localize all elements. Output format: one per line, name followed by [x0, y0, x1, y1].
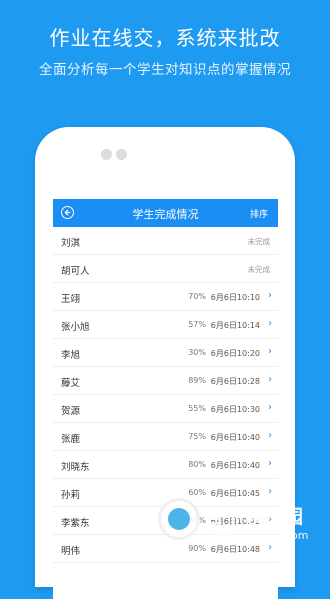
score-percent: 55% [188, 404, 206, 413]
student-name: 张小旭 [61, 322, 90, 333]
submit-time: 6月6日10:28 [210, 377, 260, 386]
submit-time: 6月6日10:30 [210, 405, 260, 414]
student-name: 张鹿 [61, 434, 81, 445]
student-name: 李旭 [61, 350, 81, 361]
promo-headline: 作业在线交，系统来批改 [49, 26, 281, 50]
submit-time: 6月6日10:40 [210, 461, 260, 470]
chevron-right-icon: › [268, 430, 272, 441]
completion-status: 未完成 [247, 265, 271, 274]
chevron-right-icon: › [268, 318, 272, 329]
promo-subline: 全面分析每一个学生对知识点的掌握情况 [39, 62, 291, 78]
watermark-text: 当下软件园 [204, 506, 305, 528]
page-title: 学生完成情况 [132, 208, 199, 221]
student-name: 明伟 [61, 546, 81, 557]
student-name: 贺源 [61, 406, 81, 417]
submit-time: 6月6日10:20 [210, 349, 260, 358]
student-row[interactable]: 贺源 55% 6月6日10:30 › [53, 395, 278, 423]
student-row[interactable]: 胡可人 未完成 [53, 255, 278, 283]
score-percent: 75% [188, 432, 206, 441]
watermark: 当下软件园 www.downxia.com [158, 496, 330, 550]
student-name: 孙莉 [61, 490, 81, 501]
student-row[interactable]: 张小旭 57% 6月6日10:14 › [53, 311, 278, 339]
score-percent: 89% [188, 376, 206, 385]
completion-status: 未完成 [247, 237, 271, 246]
submit-time: 6月6日10:40 [210, 433, 260, 442]
watermark-url: www.downxia.com [206, 529, 309, 542]
student-name: 王翊 [61, 294, 81, 305]
student-row[interactable]: 藤艾 89% 6月6日10:28 › [53, 367, 278, 395]
student-row[interactable]: 张鹿 75% 6月6日10:40 › [53, 423, 278, 451]
chevron-right-icon: › [268, 290, 272, 301]
student-row[interactable]: 刘晓东 80% 6月6日10:40 › [53, 451, 278, 479]
score-percent: 57% [188, 320, 206, 329]
student-name: 胡可人 [61, 266, 90, 277]
student-name: 李紫东 [61, 518, 90, 529]
submit-time: 6月6日10:14 [210, 321, 260, 330]
student-row[interactable]: 刘淇 未完成 [53, 227, 278, 255]
student-row[interactable]: 李旭 30% 6月6日10:20 › [53, 339, 278, 367]
watermark-logo-icon [158, 498, 200, 540]
student-row[interactable]: 王翊 70% 6月6日10:10 › [53, 283, 278, 311]
student-name: 刘淇 [61, 238, 81, 249]
submit-time: 6月6日10:10 [210, 293, 260, 302]
chevron-right-icon: › [268, 374, 272, 385]
chevron-right-icon: › [268, 346, 272, 357]
student-name: 刘晓东 [61, 462, 90, 473]
score-percent: 80% [188, 460, 206, 469]
sort-button[interactable]: 排序 [250, 207, 268, 220]
app-header: 学生完成情况 排序 [53, 199, 278, 227]
student-name: 藤艾 [61, 378, 81, 389]
chevron-right-icon: › [268, 402, 272, 413]
chevron-right-icon: › [268, 458, 272, 469]
phone-sensor-dot [116, 149, 127, 160]
score-percent: 30% [188, 348, 206, 357]
score-percent: 70% [188, 292, 206, 301]
phone-camera-dot [101, 149, 112, 160]
